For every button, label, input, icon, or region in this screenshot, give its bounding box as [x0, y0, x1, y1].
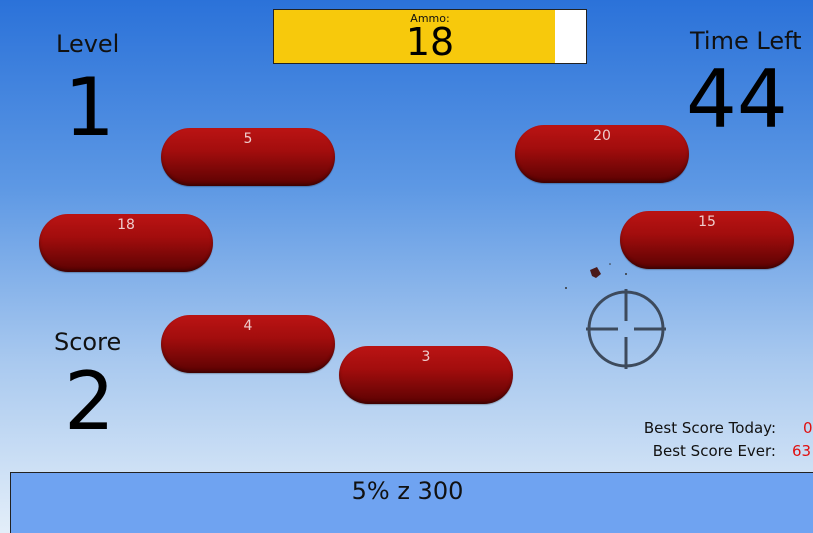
target-pill[interactable]: 18 [39, 214, 213, 272]
best-score-today-label: Best Score Today: [643, 419, 776, 437]
best-score-today-value: 0 [803, 419, 813, 437]
progress-status-text: 5% z 300 [351, 477, 464, 505]
target-value: 5 [243, 131, 253, 147]
score-label: Score [54, 328, 122, 356]
crosshair-icon [586, 289, 666, 369]
best-score-ever-value: 63 [792, 442, 812, 460]
level-label: Level [56, 30, 120, 58]
status-bar: 5% z 300 [10, 472, 813, 533]
level-value: 1 [64, 61, 115, 154]
time-left-value: 44 [686, 53, 788, 146]
target-pill[interactable]: 20 [515, 125, 689, 183]
target-pill[interactable]: 15 [620, 211, 794, 269]
target-value: 18 [117, 217, 135, 233]
time-left-label: Time Left [690, 27, 802, 55]
best-score-ever-label: Best Score Ever: [652, 442, 776, 460]
target-pill[interactable]: 3 [339, 346, 513, 404]
target-value: 20 [593, 128, 611, 144]
bullet-hole-icon [565, 263, 627, 289]
game-stage[interactable]: Ammo: 18 Level 1 Time Left 44 Score 2 5 … [0, 0, 813, 533]
target-value: 4 [243, 318, 253, 334]
target-value: 15 [698, 214, 716, 230]
target-pill[interactable]: 5 [161, 128, 335, 186]
ammo-count: 18 [405, 20, 455, 64]
target-pill[interactable]: 4 [161, 315, 335, 373]
target-value: 3 [421, 349, 431, 365]
score-value: 2 [64, 355, 115, 448]
ammo-meter: Ammo: 18 [273, 9, 587, 64]
